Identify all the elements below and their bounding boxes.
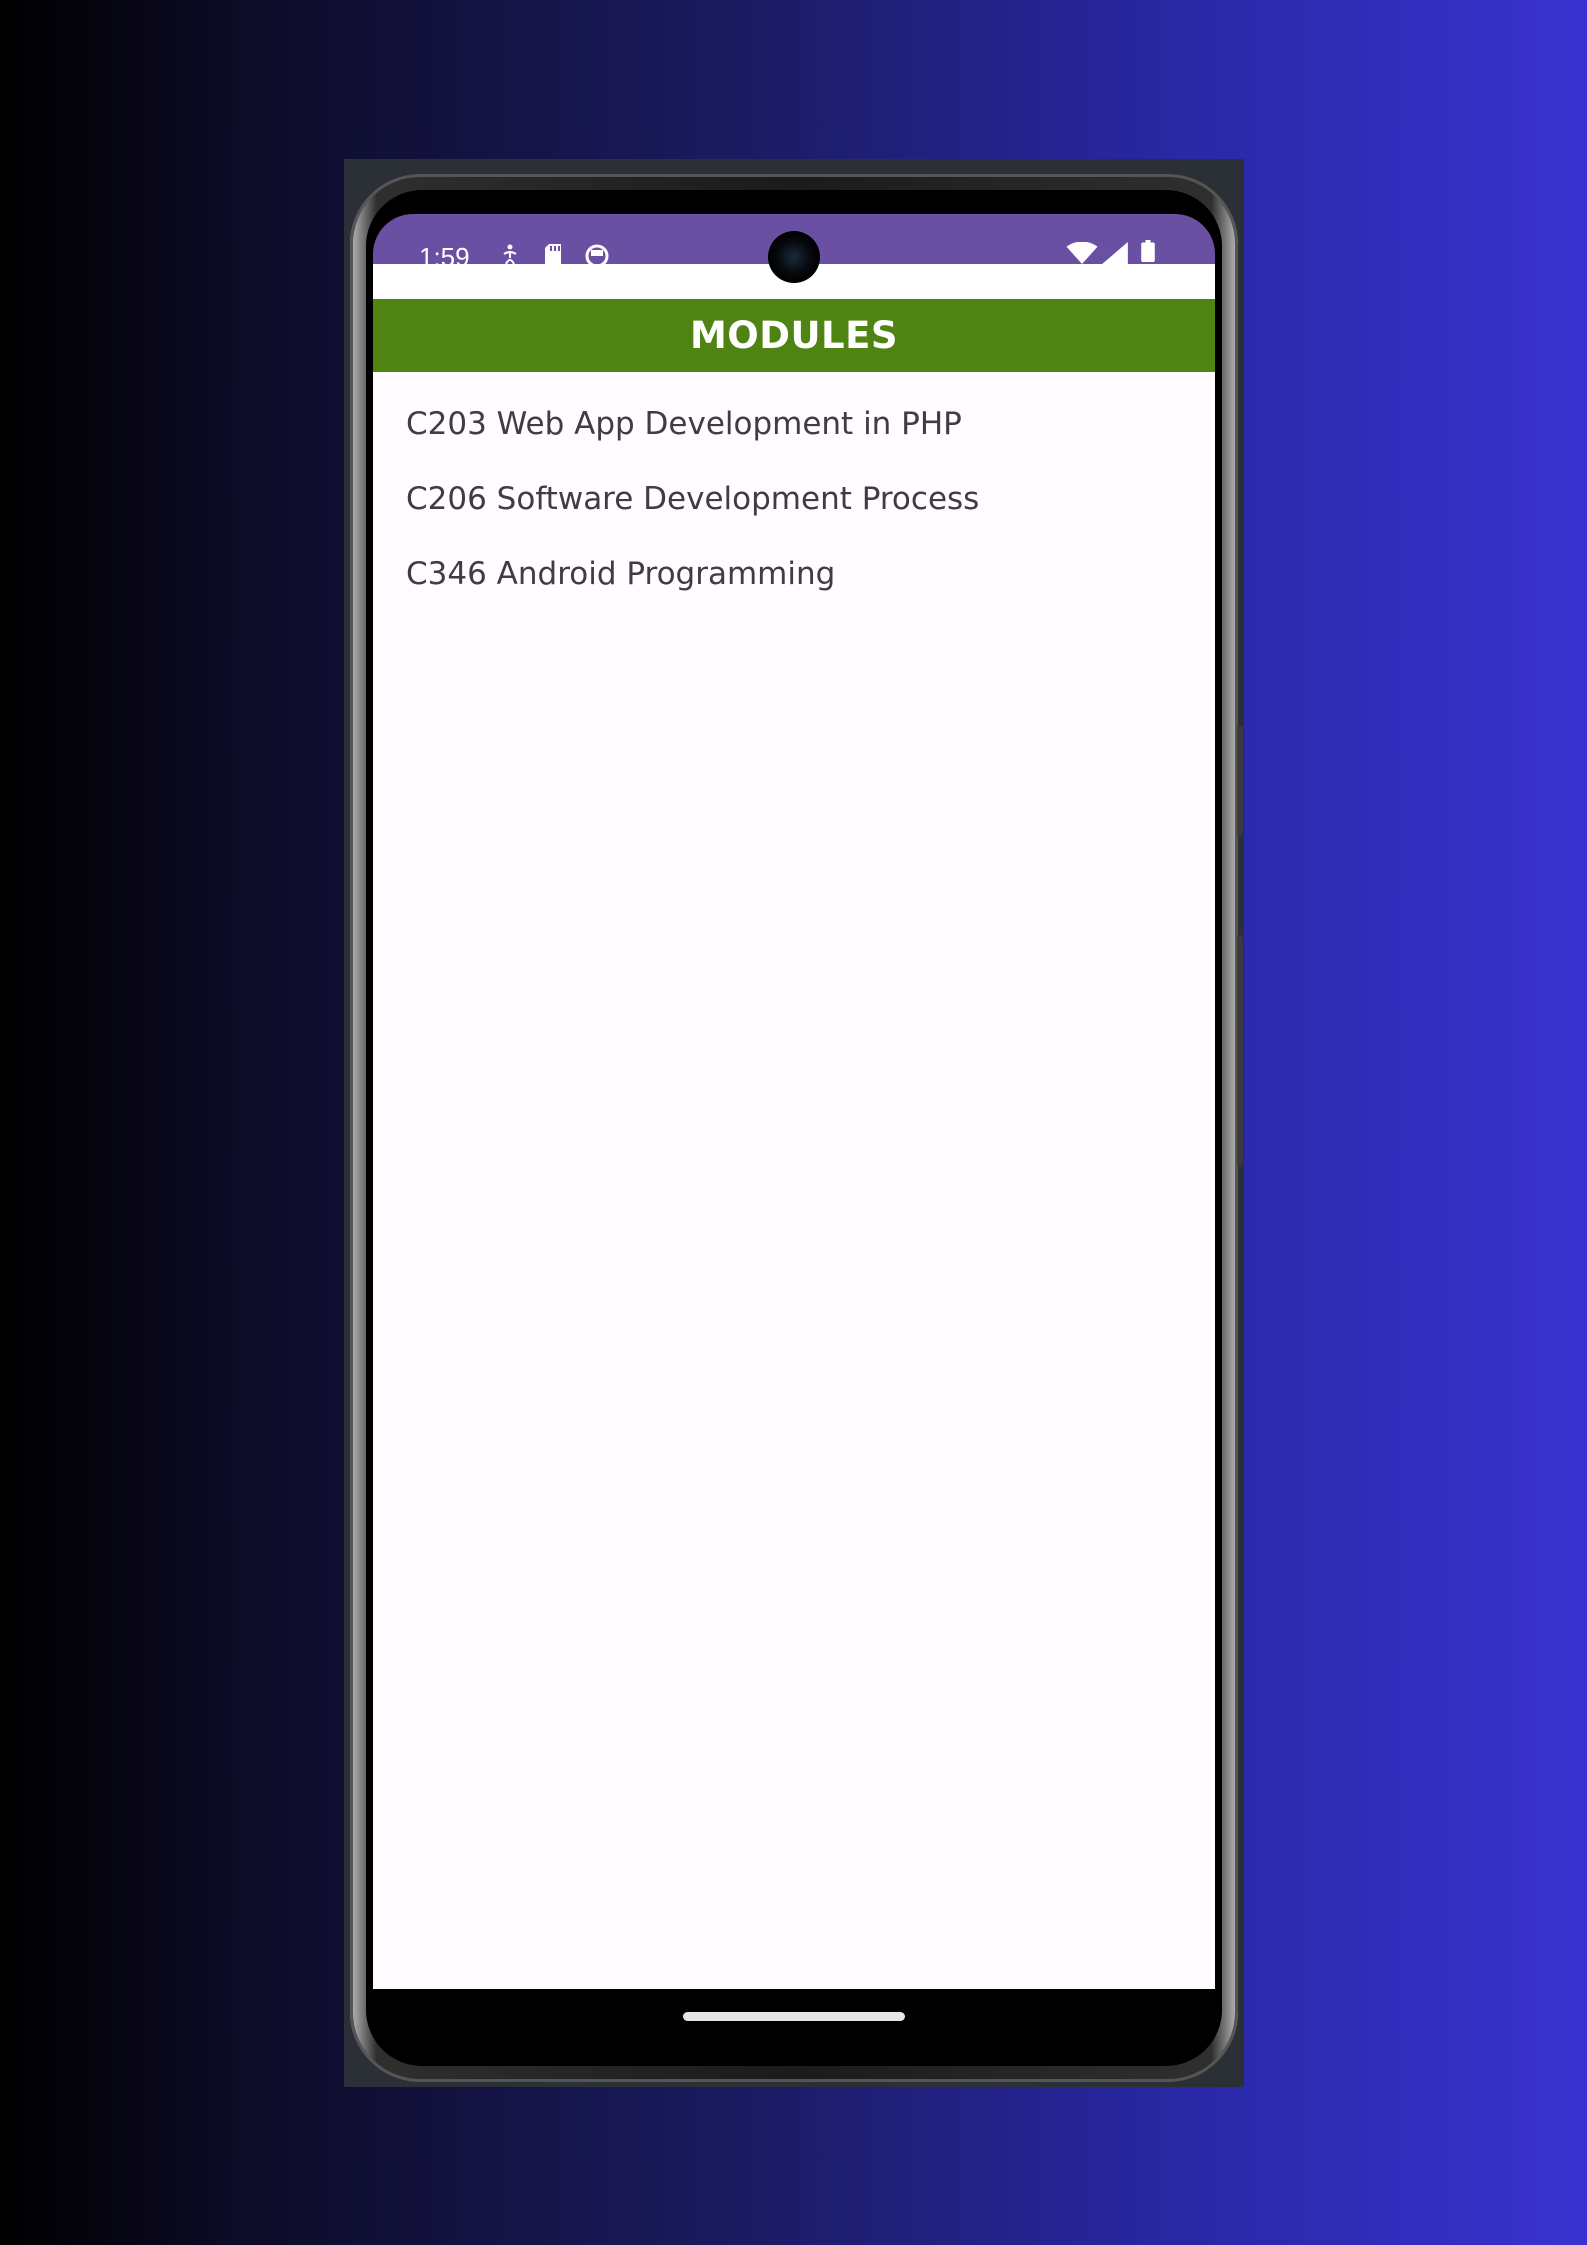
module-list: C203 Web App Development in PHP C206 Sof… [406,406,979,631]
accessibility-icon [503,244,517,265]
home-indicator[interactable] [683,2012,905,2021]
list-item[interactable]: C203 Web App Development in PHP [406,406,979,481]
page-title: MODULES [689,314,899,357]
cellular-signal-icon [1102,242,1128,264]
phone-screen: 1:59 MODULES C203 Web App Development in… [373,214,1215,2036]
volume-button [1237,935,1243,1165]
list-item[interactable]: C206 Software Development Process [406,481,979,556]
power-button [1237,726,1243,836]
list-item[interactable]: C346 Android Programming [406,556,979,631]
sd-card-icon [545,244,561,266]
front-camera [768,231,820,283]
app-header: MODULES [373,299,1215,372]
app-notification-icon [585,244,609,266]
battery-icon [1141,240,1155,262]
wifi-icon [1066,242,1098,264]
module-list-container: C203 Web App Development in PHP C206 Sof… [373,372,1215,1989]
navigation-bar [373,1989,1215,2036]
